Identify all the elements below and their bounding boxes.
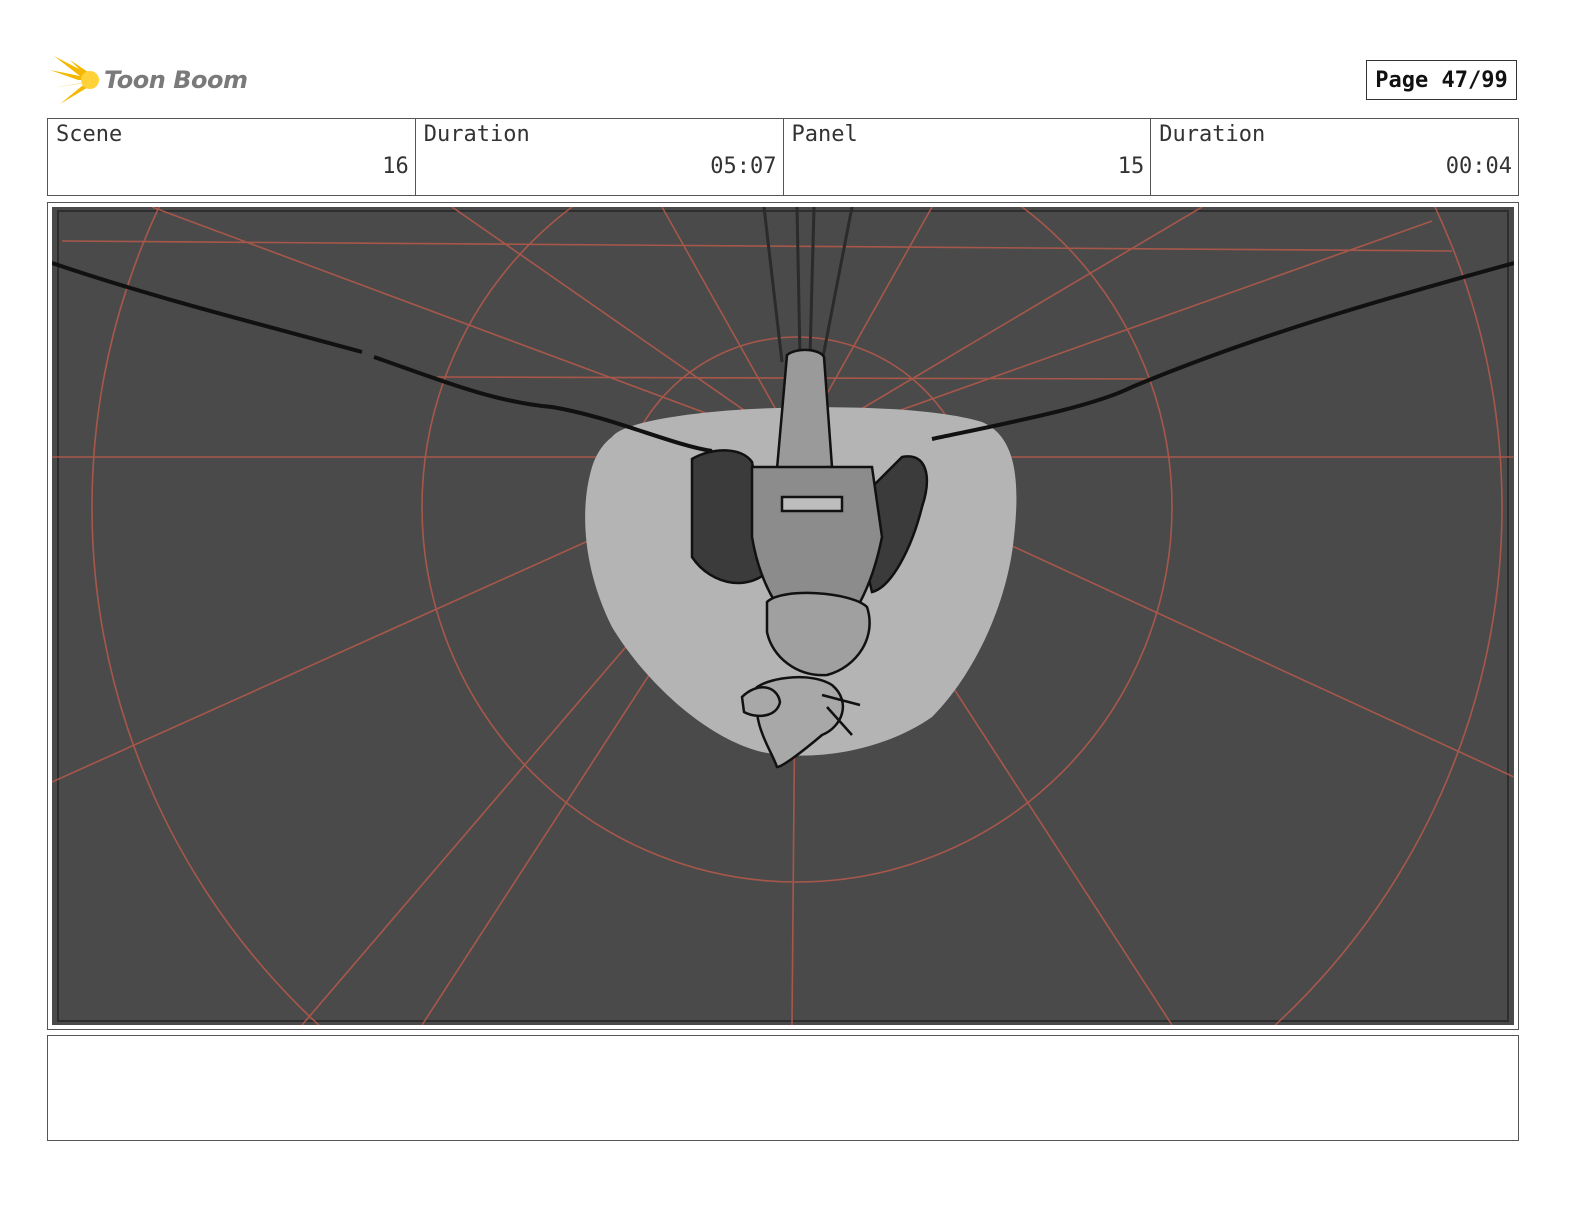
page-number: 47/99 [1441,67,1508,93]
scene-info-table: Scene 16 Duration 05:07 Panel 15 Duratio… [47,118,1519,196]
scene-cell: Scene 16 [48,119,416,195]
panel-duration-value: 00:04 [1445,154,1512,179]
page-indicator: Page 47/99 [1366,60,1517,100]
page-label: Page [1375,67,1429,93]
panel-duration-label: Duration [1159,122,1266,147]
logo-wordmark: Toon Boom [104,66,248,94]
scene-duration-cell: Duration 05:07 [416,119,784,195]
storyboard-panel [47,202,1519,1030]
toon-boom-logo: Toon Boom [50,54,250,108]
panel-notes-area [47,1035,1519,1141]
starburst-icon [50,56,100,104]
scene-value: 16 [382,154,409,179]
scene-duration-value: 05:07 [710,154,777,179]
panel-cell: Panel 15 [784,119,1152,195]
panel-drawing [52,207,1514,1025]
scene-duration-label: Duration [423,122,530,147]
scene-label: Scene [56,122,123,147]
panel-label: Panel [791,122,858,147]
panel-duration-cell: Duration 00:04 [1151,119,1518,195]
panel-value: 15 [1117,154,1145,179]
